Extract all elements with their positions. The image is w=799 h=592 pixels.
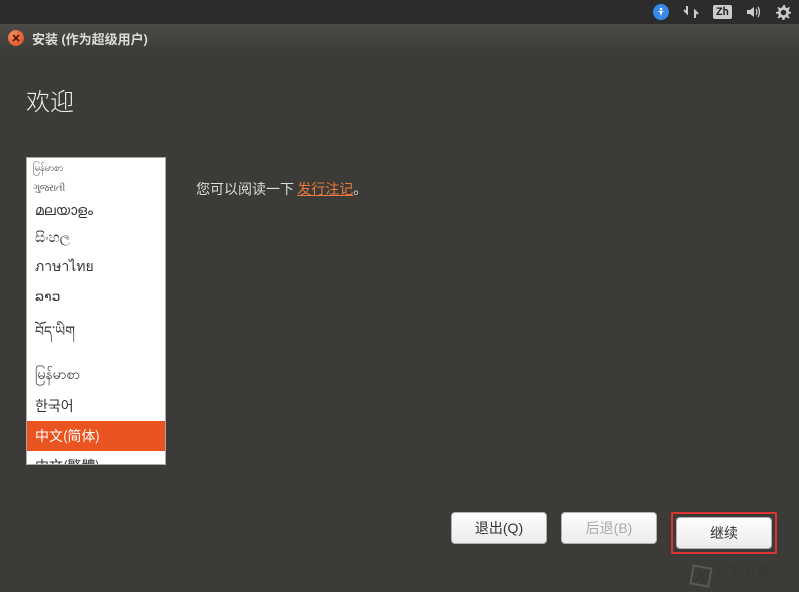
language-list[interactable]: မြန်မာစာગુજરાતીമലയാളംසිංහලภาษาไทยລາວབོད་…	[26, 157, 166, 465]
watermark-cn: 创新互联	[715, 562, 793, 582]
intro-text: 您可以阅读一下 发行注记。	[196, 157, 367, 465]
language-item[interactable]: 中文(简体)	[27, 421, 165, 451]
quit-button[interactable]: 退出(Q)	[451, 512, 547, 544]
window-title: 安装 (作为超级用户)	[32, 29, 148, 48]
top-panel: Zh	[0, 0, 799, 24]
close-button[interactable]	[8, 30, 24, 46]
back-button[interactable]: 后退(B)	[561, 512, 657, 544]
language-item[interactable]: ລາວ	[27, 283, 165, 310]
watermark-logo-icon: X	[690, 564, 713, 587]
content-area: 欢迎 မြန်မာစာગુજરાતીമലയാളംසිංහලภาษาไทยລາວབ…	[0, 52, 799, 465]
watermark-en: CHUANG XIN HU LIAN	[715, 582, 793, 590]
release-notes-link[interactable]: 发行注记	[297, 181, 353, 197]
installer-window: 安装 (作为超级用户) 欢迎 မြန်မာစာગુજરાતીമലയാളംසිංහ…	[0, 24, 799, 592]
language-item[interactable]: 中文(繁體)	[27, 451, 165, 465]
page-heading: 欢迎	[26, 82, 773, 117]
language-item[interactable]: မြန်မာစာ	[27, 158, 165, 179]
ime-indicator[interactable]: Zh	[713, 5, 732, 19]
language-item[interactable]: བོད་ཡིག	[27, 310, 165, 360]
settings-gear-icon[interactable]	[776, 5, 791, 20]
intro-prefix: 您可以阅读一下	[196, 181, 297, 197]
titlebar: 安装 (作为超级用户)	[0, 24, 799, 52]
language-item[interactable]: 한국어	[27, 391, 165, 421]
continue-button[interactable]: 继续	[676, 517, 772, 549]
intro-suffix: 。	[353, 181, 367, 197]
language-item[interactable]: മലയാളം	[27, 197, 165, 224]
watermark: X 创新互联 CHUANG XIN HU LIAN	[691, 562, 793, 590]
language-item[interactable]: සිංහල	[27, 224, 165, 251]
button-row: 退出(Q) 后退(B) 继续	[451, 512, 777, 554]
continue-highlight: 继续	[671, 512, 777, 554]
volume-icon[interactable]	[746, 5, 762, 19]
accessibility-icon[interactable]	[653, 4, 669, 20]
network-icon[interactable]	[683, 5, 699, 19]
language-item[interactable]: မြန်မာစာ	[27, 360, 165, 391]
language-item[interactable]: ภาษาไทย	[27, 251, 165, 283]
language-item[interactable]: ગુજરાતી	[27, 179, 165, 197]
